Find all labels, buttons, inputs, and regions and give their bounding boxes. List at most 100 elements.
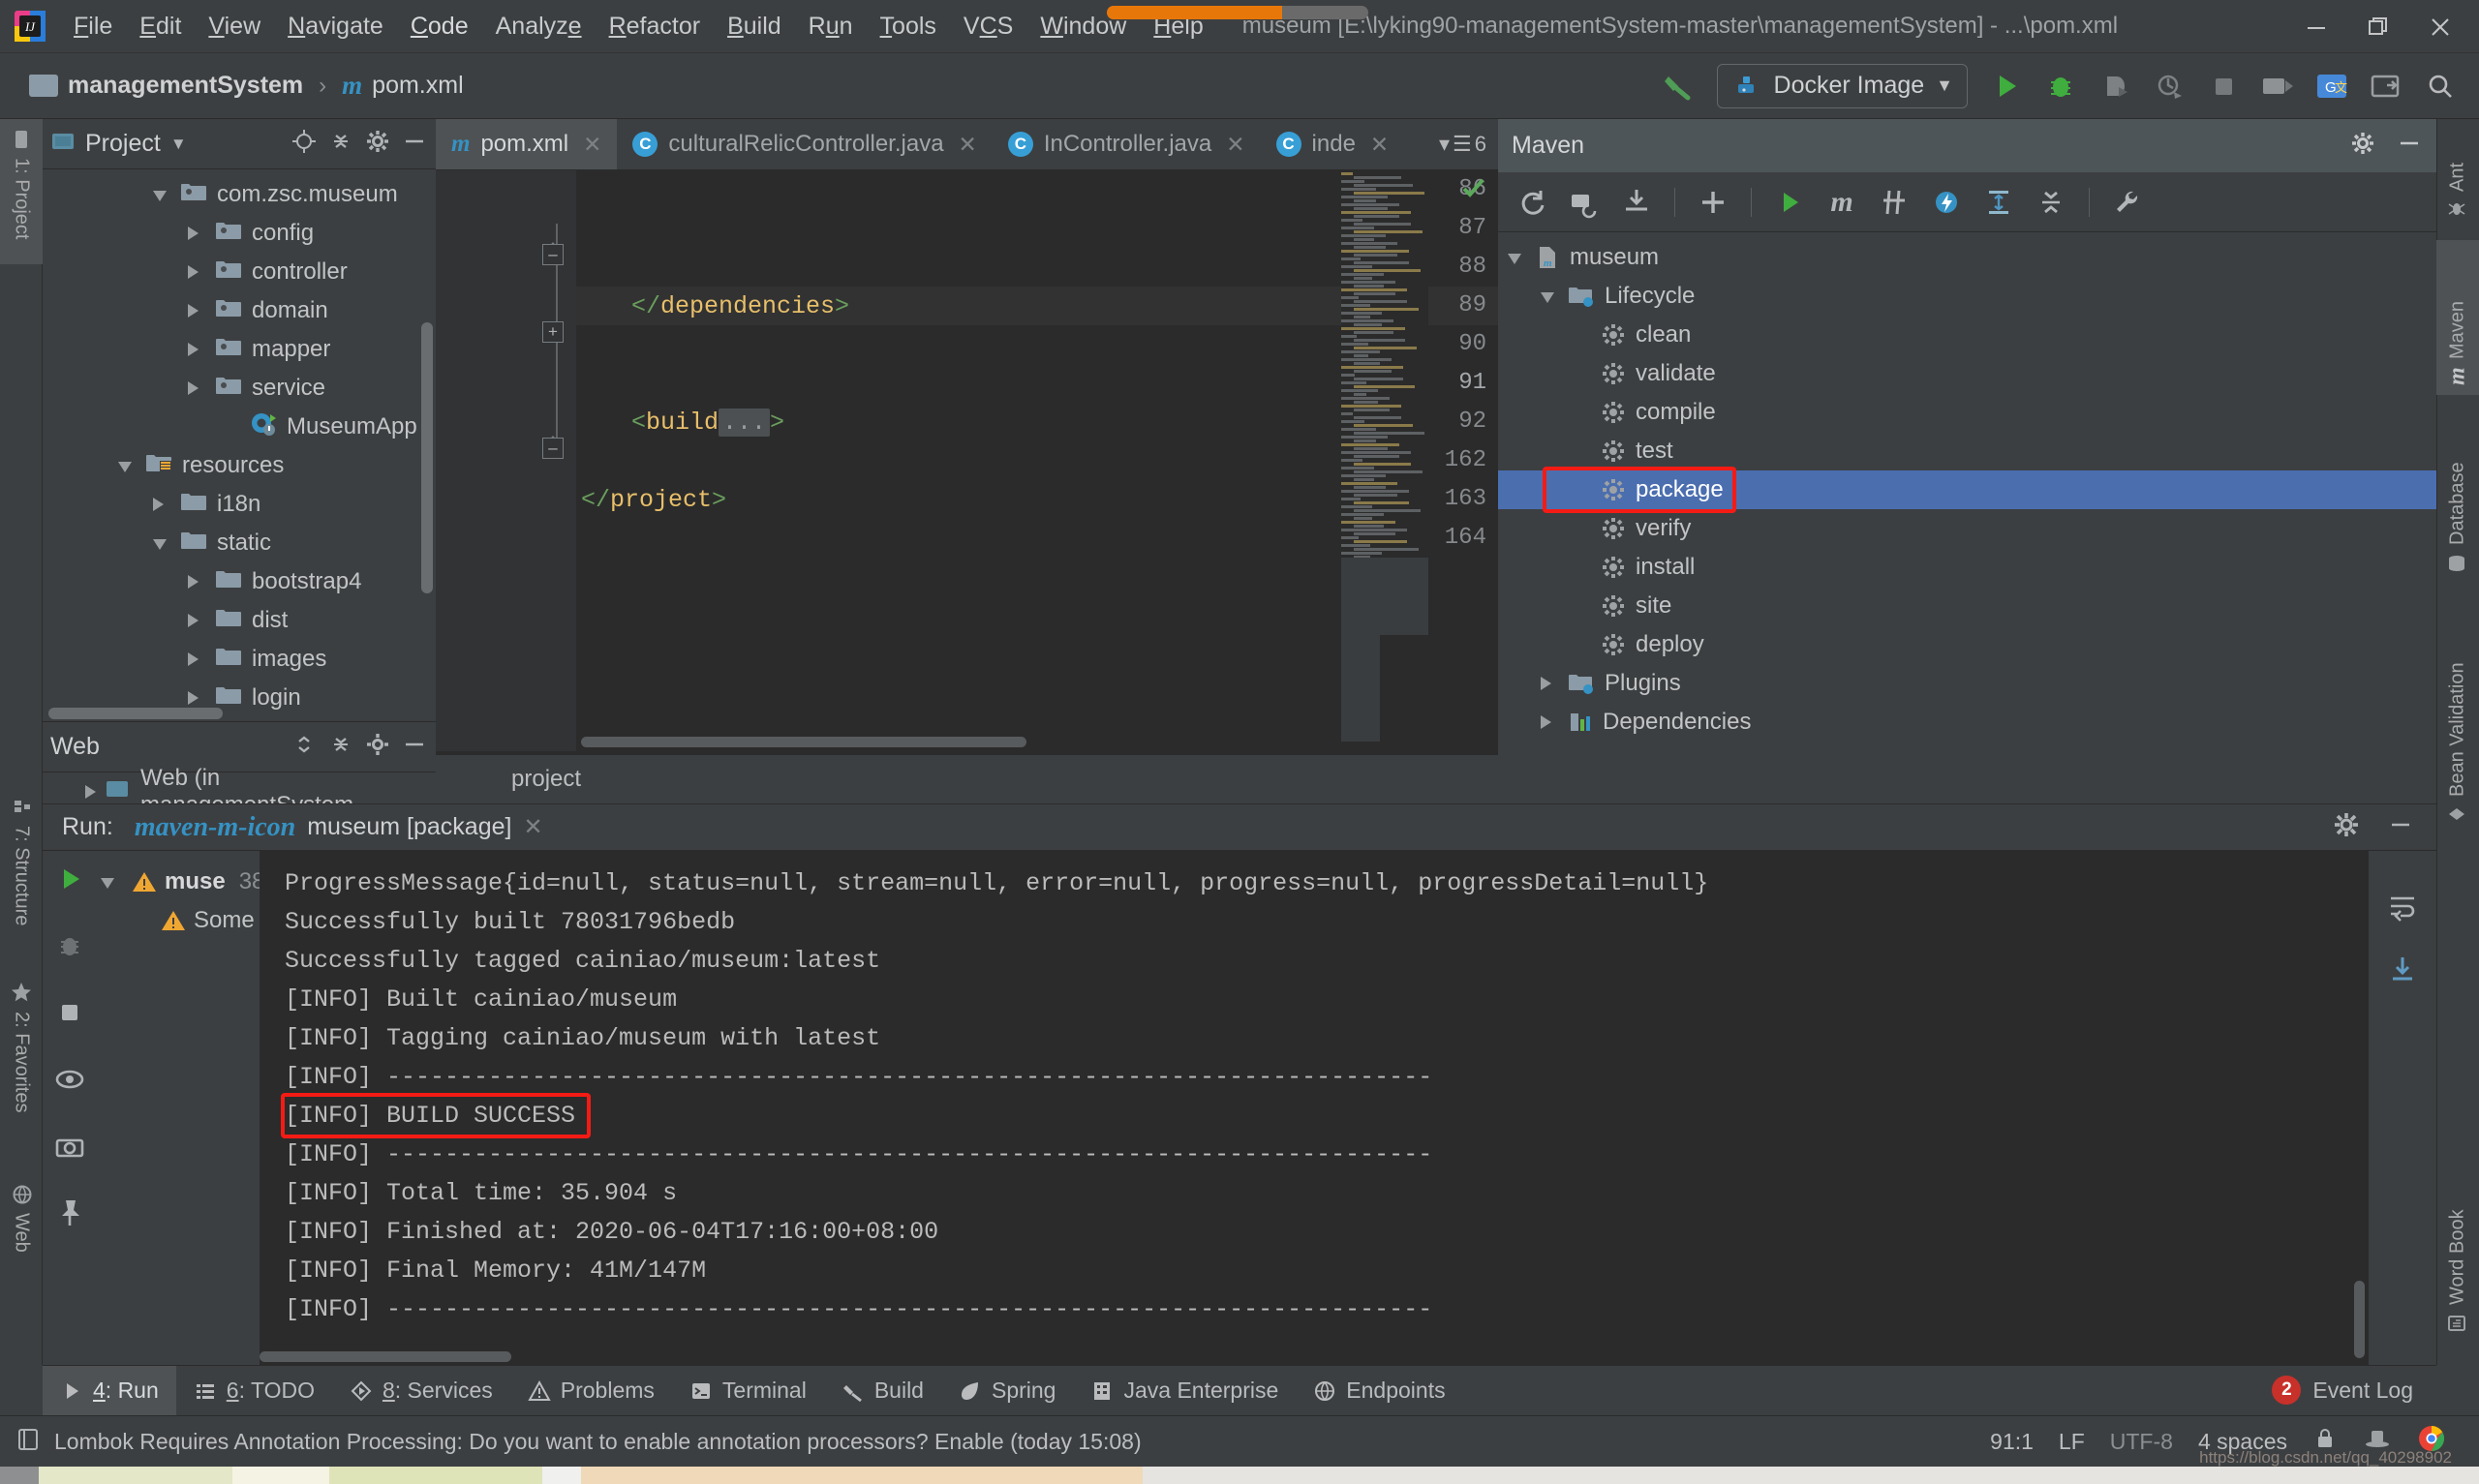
- maven-tree-item[interactable]: m museum: [1498, 238, 2436, 277]
- sidebar-item-database[interactable]: Database: [2436, 405, 2479, 584]
- translate-icon[interactable]: G文: [2307, 61, 2357, 111]
- menu-code[interactable]: Code: [397, 9, 482, 44]
- chevron-right-icon[interactable]: [1541, 677, 1551, 690]
- chevron-right-icon[interactable]: [188, 652, 199, 666]
- run-test-tree[interactable]: muse 38 s 200 ms Some problem: [97, 851, 260, 1366]
- line-separator[interactable]: LF: [2059, 1429, 2085, 1455]
- update-application-icon[interactable]: [2252, 61, 2303, 111]
- maven-tree-item[interactable]: Plugins: [1498, 664, 2436, 703]
- collapse-all-icon[interactable]: [2029, 180, 2073, 225]
- run-window-gutter[interactable]: [43, 851, 97, 1366]
- breadcrumb[interactable]: managementSystem › m pom.xml: [29, 71, 464, 101]
- file-encoding[interactable]: UTF-8: [2110, 1429, 2173, 1455]
- search-everywhere-icon[interactable]: [2415, 61, 2465, 111]
- menu-navigate[interactable]: Navigate: [274, 9, 397, 44]
- chevron-down-icon[interactable]: [153, 539, 167, 550]
- menu-vcs[interactable]: VCS: [950, 9, 1026, 44]
- profile-icon[interactable]: [2144, 61, 2194, 111]
- editor-tab-overflow[interactable]: ▾ ☰ 6: [1427, 119, 1498, 169]
- folded-code-badge[interactable]: ...: [719, 409, 771, 437]
- menu-edit[interactable]: Edit: [126, 9, 195, 44]
- close-icon[interactable]: ✕: [1370, 132, 1389, 158]
- editor-minimap[interactable]: [1341, 170, 1428, 751]
- breadcrumb-project[interactable]: managementSystem: [68, 72, 303, 100]
- menu-tools[interactable]: Tools: [867, 9, 950, 44]
- run-tree-item[interactable]: muse 38 s 200 ms: [97, 863, 260, 901]
- expand-all-icon[interactable]: [291, 731, 318, 763]
- run-icon[interactable]: [1767, 180, 1812, 225]
- maven-tree-item[interactable]: test: [1498, 432, 2436, 470]
- project-tree-item[interactable]: config: [43, 214, 436, 253]
- event-log-button[interactable]: 2 Event Log: [2272, 1365, 2436, 1415]
- fold-toggle-163[interactable]: –: [542, 438, 564, 459]
- chevron-down-icon[interactable]: ▼: [1936, 76, 1953, 96]
- maven-tree-item[interactable]: compile: [1498, 393, 2436, 432]
- status-message[interactable]: Lombok Requires Annotation Processing: D…: [54, 1429, 1142, 1455]
- hide-icon[interactable]: [401, 731, 428, 763]
- editor-horizontal-scrollbar[interactable]: [581, 737, 1026, 747]
- chevron-right-icon[interactable]: [188, 575, 199, 589]
- hammer-icon[interactable]: [1653, 61, 1703, 111]
- chevron-down-icon[interactable]: [101, 878, 114, 889]
- code-line[interactable]: <build... >: [631, 409, 784, 437]
- code-line[interactable]: </dependencies>: [631, 292, 849, 320]
- run-tree-item[interactable]: Some problem: [97, 901, 260, 940]
- project-tree-item[interactable]: mapper: [43, 330, 436, 369]
- debug-icon[interactable]: [2035, 61, 2086, 111]
- sidebar-item-web[interactable]: Web: [0, 1174, 43, 1290]
- maven-tree-item[interactable]: install: [1498, 548, 2436, 587]
- maven-tree-item[interactable]: package: [1498, 470, 2436, 509]
- console-output[interactable]: ProgressMessage{id=null, status=null, st…: [260, 851, 2369, 1366]
- chevron-right-icon[interactable]: [188, 227, 199, 240]
- collapse-all-icon[interactable]: [327, 731, 354, 763]
- project-tree-item[interactable]: domain: [43, 291, 436, 330]
- menu-run[interactable]: Run: [795, 9, 867, 44]
- project-tree-scrollbar[interactable]: [421, 322, 433, 593]
- maximize-icon[interactable]: [2347, 0, 2409, 53]
- chevron-right-icon[interactable]: [153, 498, 164, 511]
- maven-settings-icon[interactable]: [2105, 180, 2150, 225]
- chevron-down-icon[interactable]: [153, 191, 167, 201]
- maven-tree-item[interactable]: clean: [1498, 316, 2436, 354]
- bottom-tab-java-enterprise[interactable]: Java Enterprise: [1073, 1366, 1296, 1416]
- editor-tab[interactable]: m pom.xml ✕: [436, 119, 618, 169]
- sidebar-item-bean-validation[interactable]: Bean Validation: [2436, 593, 2479, 835]
- console-side-actions[interactable]: [2369, 851, 2436, 1366]
- editor-scrollbar[interactable]: [1459, 170, 1488, 751]
- close-icon[interactable]: [2409, 0, 2471, 53]
- toggle-skip-tests-icon[interactable]: [1872, 180, 1916, 225]
- sidebar-item-ant[interactable]: Ant: [2436, 119, 2479, 230]
- menu-view[interactable]: View: [195, 9, 274, 44]
- bottom-tab-services[interactable]: 8: Services: [332, 1366, 510, 1416]
- chevron-right-icon[interactable]: [188, 614, 199, 627]
- chevron-right-icon[interactable]: [1541, 715, 1551, 729]
- project-tree-item[interactable]: i18n: [43, 485, 436, 524]
- maven-tree-item[interactable]: Dependencies: [1498, 703, 2436, 742]
- generate-sources-icon[interactable]: [1562, 180, 1607, 225]
- camera-icon[interactable]: [53, 1130, 86, 1167]
- hide-icon[interactable]: [401, 128, 428, 160]
- download-sources-icon[interactable]: [1614, 180, 1659, 225]
- hide-icon[interactable]: [2396, 130, 2423, 162]
- editor-tab[interactable]: Cinde ✕: [1261, 119, 1405, 169]
- window-controls[interactable]: [2285, 0, 2471, 53]
- chevron-right-icon[interactable]: [188, 265, 199, 279]
- reimport-icon[interactable]: [1510, 180, 1554, 225]
- stop-icon[interactable]: [53, 996, 86, 1034]
- menu-build[interactable]: Build: [714, 9, 795, 44]
- editor-tab[interactable]: C InController.java ✕: [993, 119, 1261, 169]
- sidebar-item-structure[interactable]: 7: Structure: [0, 787, 43, 966]
- chevron-right-icon[interactable]: [85, 785, 96, 799]
- pin-icon[interactable]: [53, 1196, 86, 1234]
- bottom-tool-window-bar[interactable]: 4: Run 6: TODO 8: Services Problems Terminal…: [43, 1365, 2436, 1416]
- run-with-coverage-icon[interactable]: [2090, 61, 2140, 111]
- bottom-tab-endpoints[interactable]: Endpoints: [1296, 1366, 1462, 1416]
- maven-tree-item[interactable]: site: [1498, 587, 2436, 625]
- maven-tree-item[interactable]: deploy: [1498, 625, 2436, 664]
- notification-icon[interactable]: [15, 1427, 41, 1457]
- chevron-right-icon[interactable]: [188, 381, 199, 395]
- locate-icon[interactable]: [291, 128, 318, 160]
- project-tree-item[interactable]: MuseumApp: [43, 408, 436, 446]
- console-vertical-scrollbar[interactable]: [2354, 1281, 2365, 1358]
- chevron-right-icon[interactable]: [188, 304, 199, 318]
